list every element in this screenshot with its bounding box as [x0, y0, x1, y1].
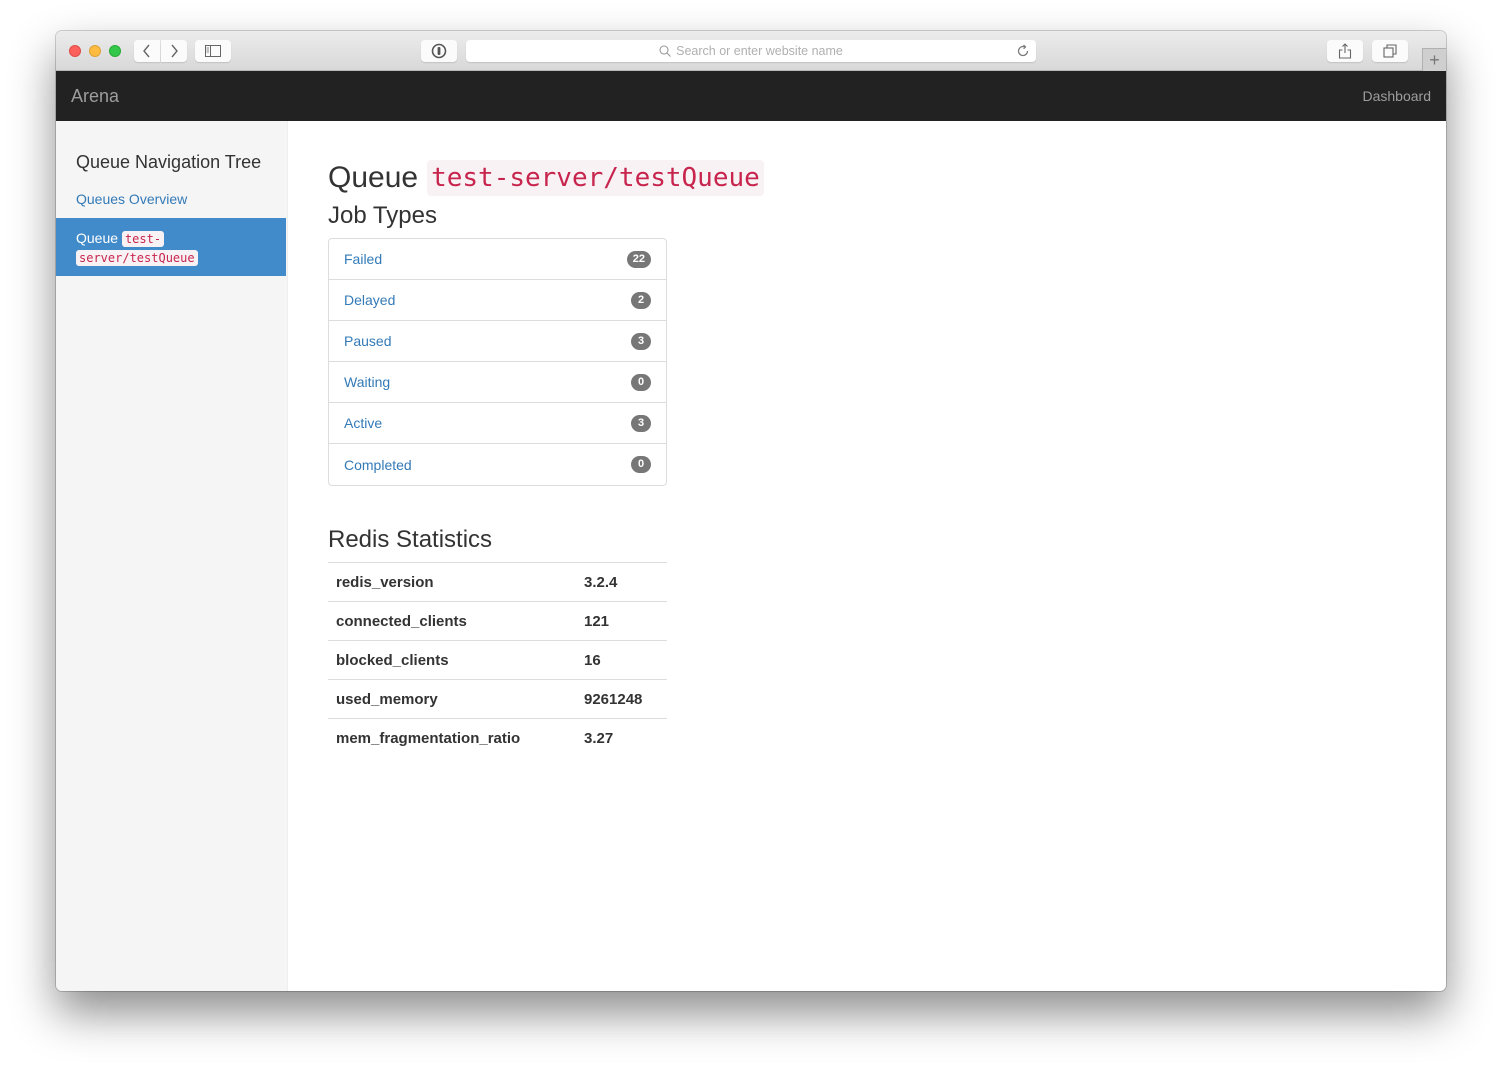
job-type-label: Active	[344, 415, 383, 431]
table-row: blocked_clients 16	[328, 640, 667, 680]
search-icon	[659, 45, 671, 57]
chevron-left-icon	[142, 44, 152, 58]
reload-icon[interactable]	[1016, 44, 1030, 58]
page-title-queue-code: test-server/testQueue	[427, 160, 764, 196]
job-count-badge: 3	[631, 414, 651, 432]
browser-toolbar: Search or enter website name +	[56, 31, 1446, 71]
job-type-delayed[interactable]: Delayed 2	[329, 280, 666, 321]
job-type-waiting[interactable]: Waiting 0	[329, 362, 666, 403]
zoom-window-button[interactable]	[109, 45, 121, 57]
sidebar-item-active-queue[interactable]: Queue test-server/testQueue	[56, 218, 286, 276]
chevron-right-icon	[169, 44, 179, 58]
job-count-badge: 2	[631, 291, 651, 309]
sidebar-title: Queue Navigation Tree	[76, 152, 262, 172]
stat-key: used_memory	[328, 679, 576, 719]
privacy-button[interactable]	[421, 40, 457, 62]
table-row: connected_clients 121	[328, 601, 667, 641]
job-type-failed[interactable]: Failed 22	[329, 239, 666, 280]
stat-value: 3.27	[576, 718, 667, 758]
job-type-label: Failed	[344, 251, 383, 267]
job-type-completed[interactable]: Completed 0	[329, 444, 666, 485]
job-type-label: Completed	[344, 456, 412, 473]
tab-overview-button[interactable]	[1372, 40, 1408, 62]
sidebar-item-prefix: Queue	[76, 230, 119, 246]
job-types-list: Failed 22 Delayed 2 Paused 3 Waiting 0 A…	[328, 238, 667, 486]
job-type-active[interactable]: Active 3	[329, 403, 666, 444]
sidebar: Queue Navigation Tree Queues Overview Qu…	[56, 121, 288, 991]
tabs-overview-icon	[1383, 44, 1397, 58]
close-window-button[interactable]	[69, 45, 81, 57]
job-count-badge: 3	[631, 332, 651, 350]
job-type-label: Paused	[344, 333, 392, 349]
stat-key: connected_clients	[328, 601, 576, 641]
browser-window: Search or enter website name + Arena Das…	[56, 31, 1446, 991]
main-content: Queue test-server/testQueue Job Types Fa…	[328, 121, 1428, 758]
back-button[interactable]	[134, 40, 160, 62]
redis-stats-table: redis_version 3.2.4 connected_clients 12…	[328, 562, 667, 758]
brand-link[interactable]: Arena	[71, 86, 119, 107]
table-row: used_memory 9261248	[328, 679, 667, 719]
stat-value: 121	[576, 601, 667, 641]
privacy-report-icon	[431, 43, 447, 59]
job-type-label: Waiting	[344, 374, 391, 390]
navbar: Arena Dashboard	[56, 71, 1446, 121]
queues-overview-link[interactable]: Queues Overview	[76, 191, 287, 207]
stat-key: redis_version	[328, 562, 576, 602]
forward-button[interactable]	[161, 40, 187, 62]
job-type-paused[interactable]: Paused 3	[329, 321, 666, 362]
stat-value: 16	[576, 640, 667, 680]
dashboard-link[interactable]: Dashboard	[1363, 88, 1432, 104]
minimize-window-button[interactable]	[89, 45, 101, 57]
address-bar[interactable]: Search or enter website name	[466, 40, 1036, 62]
show-sidebar-button[interactable]	[195, 40, 231, 62]
job-count-badge: 0	[631, 373, 651, 391]
stat-value: 3.2.4	[576, 562, 667, 602]
sidebar-icon	[205, 45, 221, 57]
page-title: Queue test-server/testQueue	[328, 158, 1428, 198]
share-button[interactable]	[1327, 40, 1363, 62]
stat-key: blocked_clients	[328, 640, 576, 680]
table-row: mem_fragmentation_ratio 3.27	[328, 718, 667, 758]
job-types-heading: Job Types	[328, 202, 437, 229]
job-count-badge: 22	[626, 250, 651, 268]
plus-icon: +	[1429, 49, 1440, 70]
job-type-label: Delayed	[344, 292, 396, 308]
redis-statistics-heading: Redis Statistics	[328, 526, 493, 553]
stat-value: 9261248	[576, 679, 667, 719]
share-icon	[1338, 43, 1352, 59]
address-placeholder: Search or enter website name	[676, 44, 843, 58]
job-count-badge: 0	[631, 456, 651, 473]
new-tab-button[interactable]: +	[1422, 48, 1446, 71]
page-title-prefix: Queue	[328, 161, 419, 194]
stat-key: mem_fragmentation_ratio	[328, 718, 576, 758]
table-row: redis_version 3.2.4	[328, 562, 667, 602]
